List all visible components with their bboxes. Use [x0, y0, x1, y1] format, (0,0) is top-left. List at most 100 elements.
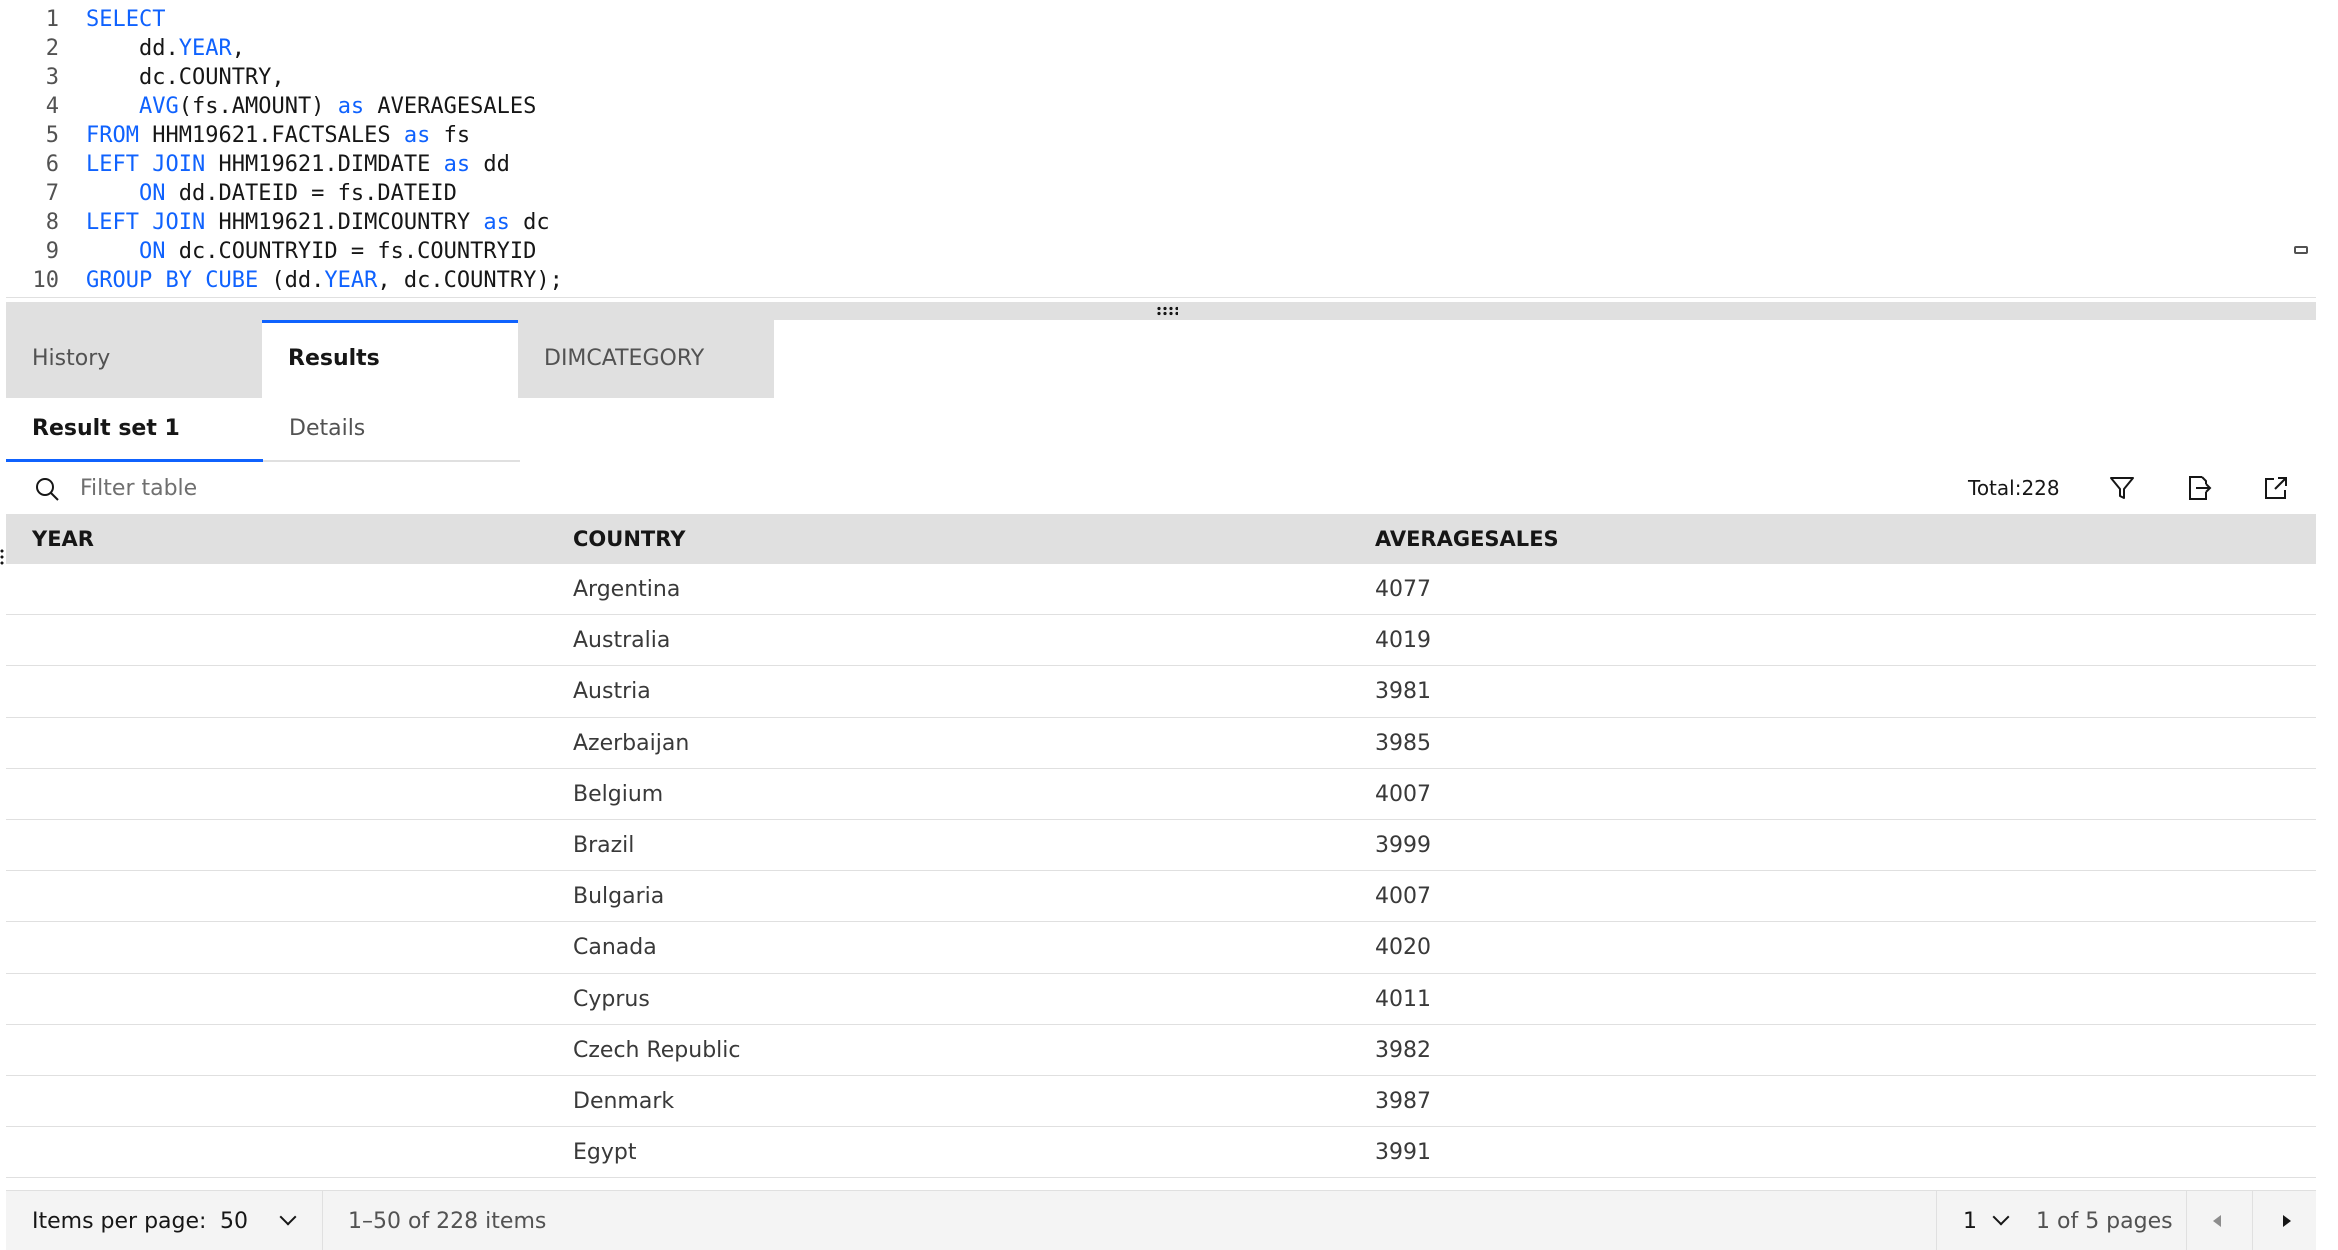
tab-results[interactable]: Results: [262, 320, 518, 398]
cell-averagesales: 4007: [1375, 781, 1431, 807]
cell-country: Brazil: [573, 832, 635, 858]
cell-averagesales: 3987: [1375, 1088, 1431, 1114]
cell-country: Canada: [573, 935, 657, 961]
sql-keyword: YEAR: [178, 36, 232, 61]
subtab-details[interactable]: Details: [263, 398, 520, 462]
previous-page-button[interactable]: [2187, 1191, 2251, 1250]
table-row[interactable]: Denmark 3987: [6, 1075, 2316, 1128]
sql-text: dc.COUNTRY,: [86, 65, 285, 90]
table-row[interactable]: Canada 4020: [6, 922, 2316, 974]
cell-averagesales: 4020: [1375, 935, 1431, 961]
cell-averagesales: 3985: [1375, 730, 1431, 756]
sql-text: (fs.AMOUNT): [178, 94, 338, 119]
table-body: Argentina 4077 Australia 4019 Austria 3981 Aze…: [6, 564, 2316, 1179]
sql-keyword: as: [483, 210, 510, 235]
page-select-value: 1: [1963, 1209, 1977, 1234]
cell-country: Austria: [573, 679, 651, 705]
divider: [1936, 1191, 1937, 1250]
cell-country: Australia: [573, 628, 671, 654]
cell-country: Denmark: [573, 1088, 675, 1114]
line-number: 10: [32, 268, 60, 293]
code-text: SELECT: [86, 5, 165, 34]
table-row[interactable]: Austria 3981: [6, 666, 2316, 718]
code-text: LEFT JOIN HHM19621.DIMDATE as dd: [86, 150, 510, 179]
column-header-averagesales[interactable]: AVERAGESALES: [1375, 514, 1559, 564]
filter-table-input[interactable]: [80, 470, 780, 506]
page-select[interactable]: 1: [1963, 1208, 2010, 1234]
filter-icon[interactable]: [2106, 472, 2138, 504]
sql-text: AVERAGESALES: [364, 94, 537, 119]
export-icon[interactable]: [2182, 472, 2214, 504]
sql-keyword: as: [337, 94, 365, 119]
code-text: ON dc.COUNTRYID = fs.COUNTRYID: [86, 237, 536, 266]
drag-handle-icon[interactable]: [1156, 306, 1178, 316]
sql-keyword: AVG: [138, 94, 179, 119]
code-text: AVG(fs.AMOUNT) as AVERAGESALES: [86, 92, 536, 121]
result-tabs: History Results DIMCATEGORY: [6, 320, 2316, 398]
chevron-down-icon: [1992, 1208, 2010, 1226]
table-row[interactable]: Belgium 4007: [6, 768, 2316, 820]
column-header-year[interactable]: YEAR: [32, 514, 94, 564]
table-row[interactable]: Australia 4019: [6, 615, 2316, 667]
line-number: 8: [45, 210, 59, 235]
cell-averagesales: 3991: [1375, 1140, 1431, 1166]
line-number: 5: [45, 123, 59, 148]
table-row[interactable]: Cyprus 4011: [6, 973, 2316, 1025]
caret-right-icon: [2283, 1215, 2291, 1227]
sql-text: , dc.COUNTRY);: [377, 268, 563, 293]
cell-averagesales: 4011: [1375, 986, 1431, 1012]
table-row[interactable]: Argentina 4077: [6, 564, 2316, 616]
sql-text: dc: [509, 210, 550, 235]
sql-keyword: GROUP BY CUBE: [86, 268, 259, 293]
sql-text: HHM19621.DIMCOUNTRY: [205, 210, 484, 235]
subtab-result-set-1[interactable]: Result set 1: [6, 398, 263, 462]
code-text: GROUP BY CUBE (dd.YEAR, dc.COUNTRY);: [86, 266, 563, 295]
cell-country: Egypt: [573, 1140, 637, 1166]
items-per-page-select[interactable]: 50: [220, 1208, 297, 1234]
sql-text: dd: [470, 152, 510, 177]
sql-keyword: YEAR: [324, 268, 378, 293]
table-row[interactable]: Azerbaijan 3985: [6, 717, 2316, 769]
next-page-button[interactable]: [2253, 1191, 2317, 1250]
line-number: 6: [45, 152, 59, 177]
tab-history[interactable]: History: [6, 320, 262, 398]
column-resize-handle[interactable]: [0, 548, 4, 566]
page-count: 1 of 5 pages: [2036, 1209, 2173, 1234]
code-text: dc.COUNTRY,: [86, 63, 285, 92]
sql-keyword: ON: [138, 181, 166, 206]
sql-editor[interactable]: 1 SELECT 2 dd.YEAR, 3 dc.COUNTRY, 4 AVG(fs.A…: [6, 0, 2316, 298]
sql-keyword: FROM: [86, 123, 139, 148]
cell-averagesales: 3982: [1375, 1037, 1431, 1063]
sql-text: ,: [231, 36, 245, 61]
pagination-bar: Items per page: 50 1–50 of 228 items 1 1…: [6, 1190, 2316, 1250]
items-per-page-value: 50: [220, 1209, 248, 1234]
line-number: 4: [45, 94, 59, 119]
table-toolbar: Total:228: [6, 462, 2316, 514]
minimize-icon[interactable]: [2294, 246, 2308, 254]
sql-text: fs: [430, 123, 471, 148]
sql-keyword: ON: [138, 239, 166, 264]
sql-text: HHM19621.DIMDATE: [205, 152, 444, 177]
sql-keyword: as: [443, 152, 471, 177]
open-external-icon[interactable]: [2260, 472, 2292, 504]
cell-averagesales: 4007: [1375, 884, 1431, 910]
column-header-country[interactable]: COUNTRY: [573, 514, 685, 564]
table-row[interactable]: Brazil 3999: [6, 819, 2316, 872]
line-number: 2: [45, 36, 59, 61]
sql-keyword: LEFT JOIN: [86, 152, 206, 177]
sql-text: dd.DATEID = fs.DATEID: [165, 181, 457, 206]
search-icon: [36, 478, 59, 501]
table-row[interactable]: Egypt 3991: [6, 1127, 2316, 1179]
tab-dimcategory[interactable]: DIMCATEGORY: [518, 320, 774, 398]
table-row[interactable]: Czech Republic 3982: [6, 1024, 2316, 1076]
pane-splitter[interactable]: [6, 302, 2316, 320]
cell-averagesales: 4019: [1375, 628, 1431, 654]
code-text: LEFT JOIN HHM19621.DIMCOUNTRY as dc: [86, 208, 550, 237]
table-row[interactable]: Bulgaria 4007: [6, 871, 2316, 923]
line-number: 3: [45, 65, 59, 90]
cell-averagesales: 4077: [1375, 577, 1431, 602]
result-subtabs: Result set 1 Details: [6, 398, 520, 462]
